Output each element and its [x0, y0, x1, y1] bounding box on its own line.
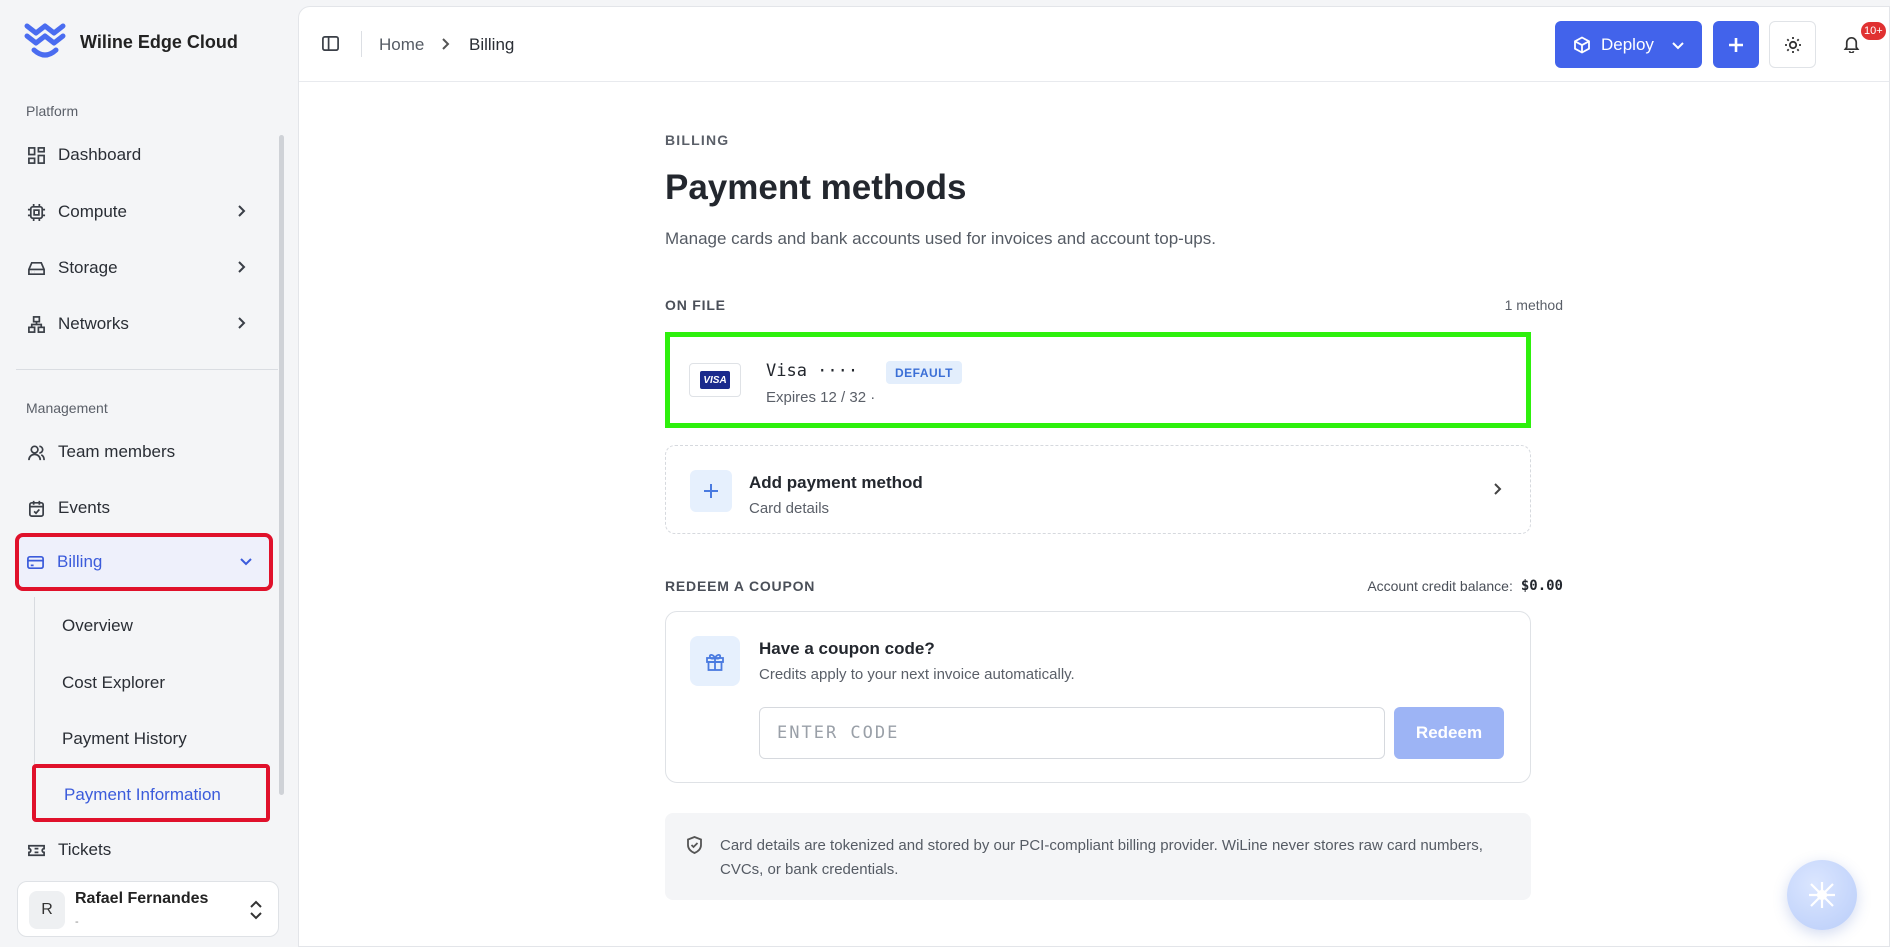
sidebar-item-label: Tickets: [58, 840, 112, 859]
card-title: Visa ····: [766, 361, 859, 381]
sidebar-scrollbar-thumb[interactable]: [279, 135, 284, 795]
sidebar-item-label: Billing: [57, 552, 103, 571]
user-subtitle: -: [75, 916, 79, 928]
credit-balance-value: $0.00: [1520, 578, 1563, 594]
sidebar-item-storage[interactable]: Storage: [18, 245, 266, 291]
page-eyebrow: BILLING: [665, 132, 730, 148]
sidebar-item-events[interactable]: Events: [18, 485, 266, 531]
dashboard-icon: [26, 145, 46, 165]
coupon-subtitle: Credits apply to your next invoice autom…: [759, 666, 1075, 683]
app-name: Wiline Edge Cloud: [80, 31, 238, 52]
main-panel: Home Billing Deploy 10+ BILLING Payment …: [298, 6, 1890, 947]
sidebar-item-label: Compute: [58, 202, 127, 221]
sidebar-subitem-cost-explorer[interactable]: Cost Explorer: [62, 673, 165, 693]
sidebar-item-label: Events: [58, 498, 110, 517]
sidebar-subitem-overview[interactable]: Overview: [62, 616, 133, 636]
coupon-card: Have a coupon code? Credits apply to you…: [665, 611, 1531, 783]
default-badge: DEFAULT: [886, 361, 962, 384]
topbar-separator: [361, 31, 362, 57]
credit-balance: Account credit balance: $0.00: [1367, 578, 1563, 594]
ticket-icon: [26, 840, 46, 860]
breadcrumb-home[interactable]: Home: [379, 35, 424, 55]
sidebar-divider: [16, 369, 278, 370]
sidebar-item-label: Dashboard: [58, 145, 142, 164]
sidebar-item-label: Team members: [58, 442, 176, 461]
management-section-label: Management: [26, 400, 108, 416]
chevrons-up-down-icon: [248, 899, 266, 921]
sidebar-item-label: Networks: [58, 314, 129, 333]
storage-icon: [26, 258, 46, 278]
users-icon: [26, 442, 46, 462]
sidebar-item-tickets[interactable]: Tickets: [18, 827, 266, 873]
chevron-down-icon: [1672, 41, 1684, 49]
chevron-right-icon: [1490, 482, 1504, 496]
sidebar-item-label: Storage: [58, 258, 118, 277]
card-expiry: Expires 12 / 32 ·: [766, 389, 876, 406]
platform-section-label: Platform: [26, 103, 79, 119]
sidebar-toggle-icon[interactable]: [321, 34, 341, 54]
sidebar-subitem-payment-information[interactable]: Payment Information: [64, 785, 221, 805]
add-method-title: Add payment method: [749, 473, 923, 492]
chevron-right-icon: [232, 314, 252, 334]
redeem-coupon-label: REDEEM A COUPON: [665, 578, 816, 594]
security-notice-text: Card details are tokenized and stored by…: [720, 837, 1483, 878]
deploy-button[interactable]: Deploy: [1555, 21, 1702, 68]
wiline-logo-icon: [24, 23, 66, 58]
sidebar-item-dashboard[interactable]: Dashboard: [18, 132, 266, 178]
plus-icon: [1729, 37, 1743, 52]
sun-icon: [1784, 36, 1801, 53]
theme-toggle-button[interactable]: [1769, 21, 1816, 68]
calendar-check-icon: [26, 498, 46, 518]
deploy-label: Deploy: [1601, 34, 1654, 54]
add-payment-method-button[interactable]: Add payment method Card details: [665, 445, 1531, 534]
add-method-subtitle: Card details: [749, 500, 830, 517]
sidebar: Wiline Edge Cloud Platform Dashboard Com…: [0, 0, 296, 947]
visa-logo-text: VISA: [700, 371, 730, 389]
coupon-title: Have a coupon code?: [759, 639, 935, 658]
visa-logo: VISA: [689, 363, 741, 397]
user-menu[interactable]: R Rafael Fernandes -: [17, 881, 279, 937]
topbar: Home Billing Deploy 10+: [299, 7, 1889, 82]
shield-check-icon: [686, 836, 704, 854]
page-title: Payment methods: [665, 168, 967, 207]
payment-method-card[interactable]: VISA Visa ···· DEFAULT Expires 12 / 32 ·: [665, 332, 1531, 428]
bell-icon[interactable]: [1842, 34, 1862, 54]
method-count: 1 method: [1504, 297, 1563, 313]
chevron-right-icon: [232, 258, 252, 278]
chevron-right-icon: [232, 202, 252, 222]
credit-card-icon: [25, 552, 45, 572]
chevron-down-icon: [237, 552, 257, 572]
user-name: Rafael Fernandes: [75, 890, 209, 907]
network-icon: [26, 314, 46, 334]
sidebar-item-networks[interactable]: Networks: [18, 301, 266, 347]
sidebar-item-team-members[interactable]: Team members: [18, 429, 266, 475]
avatar: R: [29, 891, 65, 929]
brand[interactable]: Wiline Edge Cloud: [24, 22, 238, 62]
cube-icon: [1574, 35, 1590, 54]
create-button[interactable]: [1713, 21, 1759, 68]
sidebar-item-compute[interactable]: Compute: [18, 189, 266, 235]
redeem-button[interactable]: Redeem: [1394, 707, 1504, 759]
chevron-right-icon: [438, 37, 452, 51]
cpu-icon: [26, 202, 46, 222]
notification-badge: 10+: [1861, 22, 1886, 40]
sidebar-subitem-payment-history[interactable]: Payment History: [62, 729, 187, 749]
sidebar-item-billing[interactable]: Billing: [15, 533, 273, 591]
credit-balance-label: Account credit balance:: [1367, 578, 1513, 594]
page-subtitle: Manage cards and bank accounts used for …: [665, 229, 1216, 248]
on-file-label: ON FILE: [665, 297, 726, 313]
security-notice: Card details are tokenized and stored by…: [665, 813, 1531, 900]
coupon-code-input[interactable]: [759, 707, 1385, 759]
assistant-icon: [1809, 882, 1835, 908]
plus-icon: [690, 470, 732, 512]
breadcrumb-billing: Billing: [469, 35, 515, 54]
assistant-fab-button[interactable]: [1787, 860, 1857, 930]
gift-icon: [690, 636, 740, 686]
